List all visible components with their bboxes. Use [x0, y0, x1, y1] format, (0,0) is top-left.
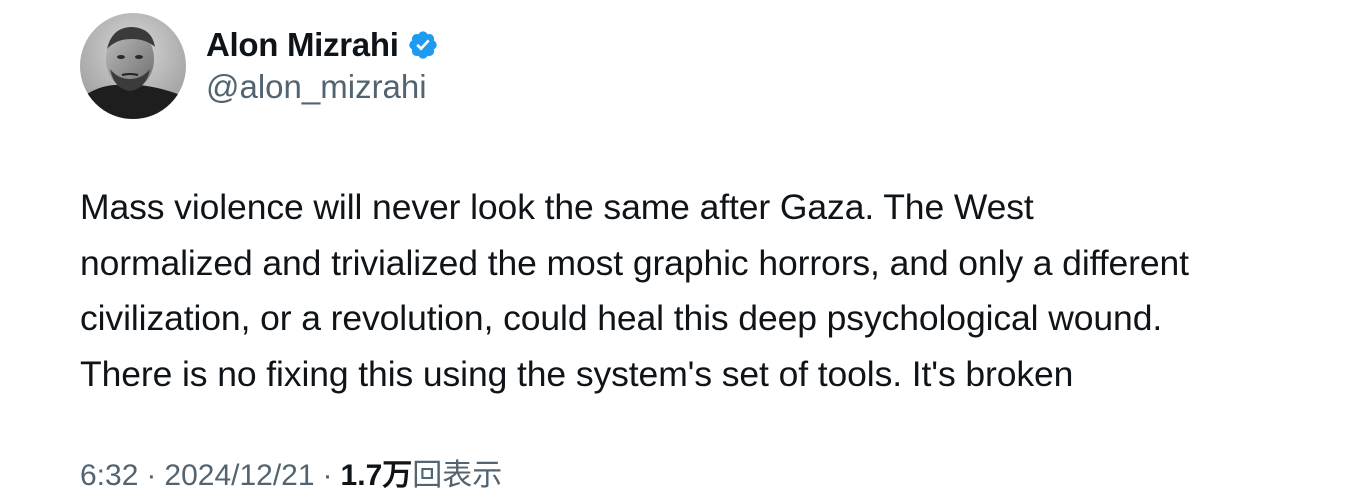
views-label: 回表示	[412, 459, 503, 492]
tweet-meta: 6:32 · 2024/12/21 · 1.7万 回表示	[80, 450, 502, 494]
tweet-time[interactable]: 6:32	[80, 459, 138, 493]
tweet-text: Mass violence will never look the same a…	[80, 187, 1189, 394]
avatar-photo	[80, 13, 186, 119]
author-handle[interactable]: @alon_mizrahi	[206, 68, 427, 106]
author-name-row: Alon Mizrahi	[206, 24, 439, 66]
avatar[interactable]	[80, 13, 186, 119]
tweet-card: Alon Mizrahi @alon_mizrahi Mass violence…	[0, 0, 1365, 502]
tweet-date[interactable]: 2024/12/21	[164, 459, 314, 493]
meta-separator: ·	[322, 459, 333, 492]
meta-separator: ·	[146, 459, 157, 492]
views-count[interactable]: 1.7万	[341, 450, 413, 494]
author-display-name[interactable]: Alon Mizrahi	[206, 26, 399, 64]
verified-badge-icon	[407, 29, 439, 61]
